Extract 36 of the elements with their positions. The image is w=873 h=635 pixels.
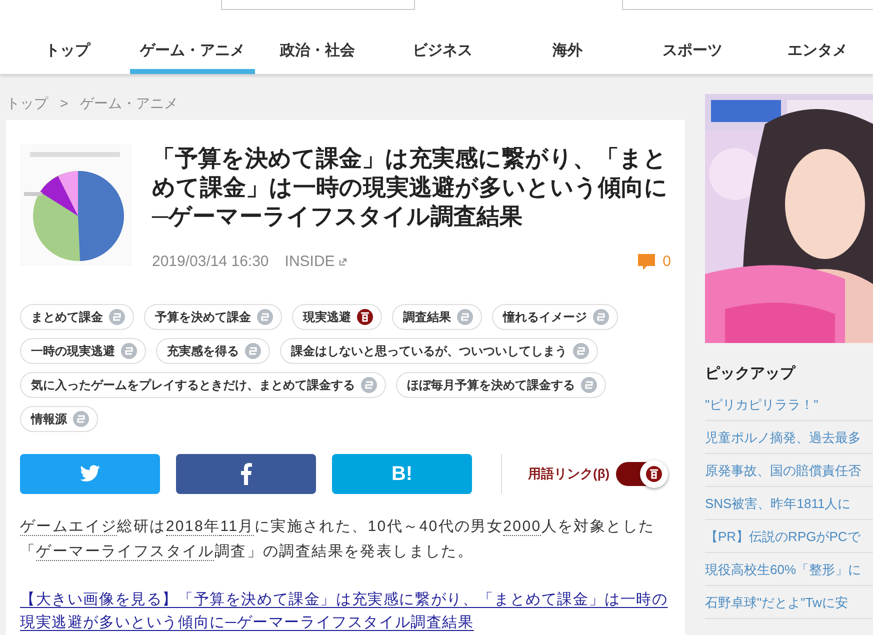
comment-icon[interactable] — [638, 254, 655, 270]
tag-link[interactable]: 調査結果 — [392, 304, 482, 330]
nav-tab[interactable]: トップ — [5, 33, 130, 74]
nav-tab[interactable]: ビジネス — [380, 33, 505, 74]
facebook-icon — [240, 462, 252, 484]
tag-link[interactable]: ほぼ毎月予算を決めて課金する — [396, 372, 606, 398]
article-title: 「予算を決めて課金」は充実感に繋がり、「まとめて課金」は一時の現実逃避が多いという傾向に─ゲーマーライフスタイル調査結果 — [152, 144, 669, 231]
tag-link[interactable]: まとめて課金 — [20, 304, 134, 330]
nav-tab[interactable]: ゲーム・アニメ — [130, 33, 255, 74]
article-date: 2019/03/14 16:30 — [152, 252, 269, 272]
external-link-icon — [338, 258, 347, 266]
tag-link[interactable]: 現実逃避 — [292, 304, 382, 330]
nav-tab[interactable]: スポーツ — [630, 33, 755, 74]
dictionary-icon — [646, 466, 662, 482]
article-paragraph: ゲームエイジ総研は2018年11月 に実施された、10代～40代の男女2000人を対象とした「ゲーマー ライフ スタイル調査」の調査結果を発表しました。 — [20, 516, 656, 562]
nav-tab[interactable]: 海外 — [505, 33, 630, 74]
source-link[interactable]: INSIDE — [284, 251, 335, 274]
large-image-link[interactable]: 【大きい画像を見る】「予算を決めて課金」は充実感に繋がり、「まとめて課金」は一時の現実逃避が多いという傾向に─ゲーマーライフスタイル調査結果 — [20, 588, 671, 634]
tag-link[interactable]: 一時の現実逃避 — [20, 338, 146, 364]
comment-count: 0 — [662, 252, 671, 272]
twitter-share-button[interactable] — [20, 454, 160, 494]
tag-link[interactable]: 予算を決めて課金 — [144, 304, 282, 330]
tag-link[interactable]: 気に入ったゲームをプレイするときだけ、まとめて課金する — [20, 372, 386, 398]
toggle-label: 用語リンク(β) — [528, 466, 610, 481]
nav-tab[interactable]: エンタメ — [755, 33, 873, 74]
toggle-switch[interactable] — [616, 462, 666, 486]
tag-link[interactable]: 充実感を得る — [156, 338, 270, 364]
search-field[interactable] — [221, 0, 415, 10]
breadcrumb-separator: > — [60, 94, 68, 113]
tag-link[interactable]: 憧れるイメージ — [492, 304, 618, 330]
nav-tab[interactable]: 政治・社会 — [255, 33, 380, 74]
tag-link[interactable]: 情報源 — [20, 406, 98, 432]
facebook-share-button[interactable] — [176, 454, 316, 494]
bird-icon — [80, 465, 100, 482]
section-title: ピックアップ — [705, 364, 797, 384]
tag-link[interactable]: 課金はしないと思っているが、ついついしてしまう — [280, 338, 598, 364]
